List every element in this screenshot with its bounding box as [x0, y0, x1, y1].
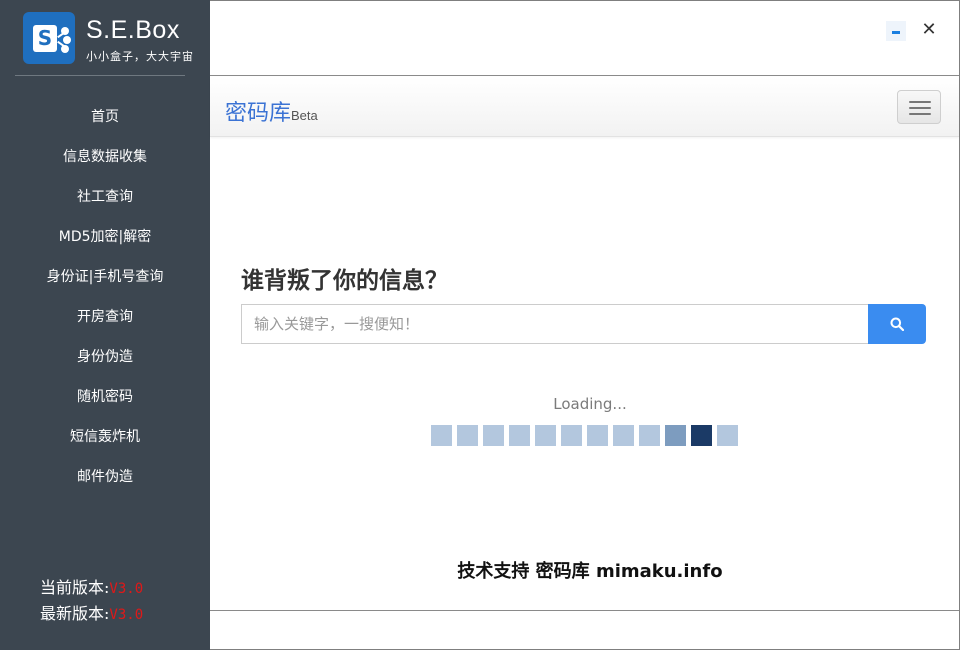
app-title: S.E.Box [86, 16, 180, 44]
main-window: ✕ 密码库Beta 谁背叛了你的信息？ Loading... 技术支持 密码库 … [210, 0, 960, 650]
loader-square [665, 425, 686, 446]
loader-square [483, 425, 504, 446]
sidebar-item-social-lookup[interactable]: 社工查询 [0, 177, 210, 217]
search-input[interactable] [241, 304, 868, 344]
loader-square [717, 425, 738, 446]
minimize-icon[interactable] [886, 21, 906, 41]
sidebar-item-hotel-lookup[interactable]: 开房查询 [0, 297, 210, 337]
bottom-divider [210, 610, 959, 611]
title-bar: ✕ [210, 1, 959, 76]
loader-square [691, 425, 712, 446]
sidebar-item-md5[interactable]: MD5加密|解密 [0, 217, 210, 257]
sidebar: S S.E.Box 小小盒子，大大宇宙 首页 信息数据收集 社工查询 MD5加密… [0, 0, 210, 650]
current-version: 当前版本:V3.0 [40, 574, 143, 598]
beta-badge: Beta [291, 108, 318, 123]
close-icon[interactable]: ✕ [919, 20, 939, 40]
current-version-value: V3.0 [109, 581, 144, 597]
sidebar-item-sms-bomber[interactable]: 短信轰炸机 [0, 417, 210, 457]
loader-square [431, 425, 452, 446]
app-logo-icon: S [23, 12, 75, 64]
app-subtitle: 小小盒子，大大宇宙 [86, 50, 194, 63]
loader-square [509, 425, 530, 446]
search-icon [890, 317, 904, 331]
footer-credit: 技术支持 密码库 mimaku.info [457, 561, 723, 582]
latest-version-value: V3.0 [109, 607, 144, 623]
current-version-label: 当前版本: [40, 578, 110, 597]
latest-version-label: 最新版本: [40, 604, 110, 623]
loader-square [457, 425, 478, 446]
navbar-brand[interactable]: 密码库Beta [225, 95, 318, 127]
loader-square [561, 425, 582, 446]
brand-divider [15, 75, 185, 76]
sidebar-item-info-collection[interactable]: 信息数据收集 [0, 137, 210, 177]
latest-version: 最新版本:V3.0 [40, 600, 143, 624]
loader-square [613, 425, 634, 446]
logo-letter: S [33, 25, 57, 52]
hamburger-menu-icon[interactable] [897, 90, 941, 124]
sidebar-item-id-phone-lookup[interactable]: 身份证|手机号查询 [0, 257, 210, 297]
page-headline: 谁背叛了你的信息？ [241, 268, 448, 294]
sidebar-item-identity-forge[interactable]: 身份伪造 [0, 337, 210, 377]
loader-square [639, 425, 660, 446]
sidebar-item-random-password[interactable]: 随机密码 [0, 377, 210, 417]
search-button[interactable] [868, 304, 926, 344]
sidebar-item-home[interactable]: 首页 [0, 97, 210, 137]
loading-text: Loading... [553, 395, 627, 413]
navbar-brand-text: 密码库 [225, 101, 292, 126]
loader-square [535, 425, 556, 446]
brand: S S.E.Box 小小盒子，大大宇宙 [0, 0, 210, 76]
web-navbar: 密码库Beta [210, 77, 959, 137]
loader-square [587, 425, 608, 446]
sidebar-item-email-forge[interactable]: 邮件伪造 [0, 457, 210, 497]
sidebar-nav: 首页 信息数据收集 社工查询 MD5加密|解密 身份证|手机号查询 开房查询 身… [0, 97, 210, 497]
